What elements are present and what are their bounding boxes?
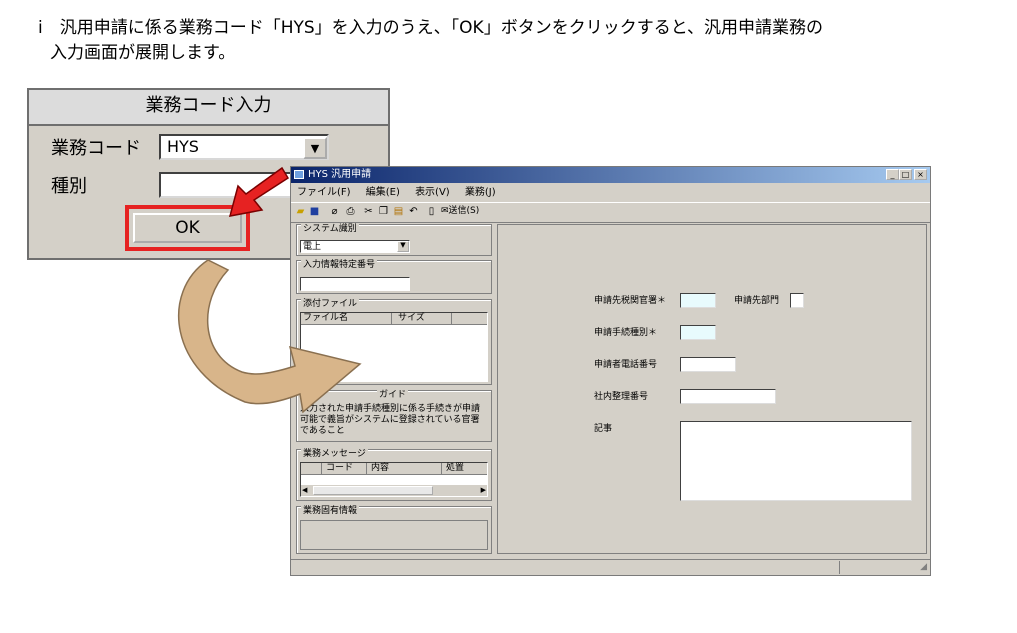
instruction-line-1: i 汎用申請に係る業務コード「HYS」を入力のうえ、「OK」ボタンをクリックする…	[38, 18, 824, 38]
procedure-type-label: 申請手続種別＊	[594, 328, 658, 338]
horizontal-scrollbar[interactable]: ◀ ▶	[301, 485, 487, 496]
procedure-type-field[interactable]	[680, 325, 716, 340]
system-type-dropdown-icon[interactable]: ▼	[397, 241, 409, 252]
save-icon[interactable]: ■	[309, 206, 320, 217]
window-title: HYS 汎用申請	[308, 169, 372, 180]
dest-dept-label: 申請先部門	[734, 296, 780, 306]
menu-file[interactable]: ファイル(F)	[297, 187, 351, 198]
scroll-left-icon[interactable]: ◀	[302, 485, 307, 496]
right-pane: 申請先税関官署＊ 申請先部門 申請手続種別＊ 申請者電話番号 社内整理番号 記事	[497, 224, 927, 554]
menu-edit[interactable]: 編集(E)	[366, 187, 400, 198]
system-type-label: システム識別	[301, 224, 359, 235]
dest-office-label: 申請先税関官署＊	[594, 296, 667, 306]
specific-info-group: 業務固有情報	[296, 506, 492, 554]
ref-no-field[interactable]	[680, 389, 776, 404]
col-size[interactable]: サイズ	[391, 313, 425, 324]
code-dropdown-button[interactable]: ▼	[303, 137, 327, 159]
notes-field[interactable]	[680, 421, 912, 501]
specific-info-area[interactable]	[300, 520, 488, 550]
envelope-icon: ✉	[441, 206, 449, 216]
ref-no-label: 社内整理番号	[594, 392, 649, 402]
scroll-thumb[interactable]	[313, 486, 433, 495]
notes-label: 記事	[594, 424, 613, 434]
type-label: 種別	[51, 176, 87, 197]
dialog-title: 業務コード入力	[29, 90, 388, 126]
menu-business[interactable]: 業務(J)	[465, 187, 496, 198]
paste-icon[interactable]: ▤	[393, 206, 404, 217]
minimize-icon[interactable]: _	[886, 169, 899, 180]
undo-icon[interactable]: ↶	[408, 206, 419, 217]
messages-group: 業務メッセージ コード 内容 処置 ◀ ▶	[296, 449, 492, 501]
col-code[interactable]: コード	[321, 463, 353, 474]
menu-bar: ファイル(F) 編集(E) 表示(V) 業務(J)	[291, 184, 930, 201]
curved-arrow-icon	[177, 259, 362, 414]
specific-info-label: 業務固有情報	[301, 506, 360, 517]
cut-icon[interactable]: ✂	[363, 206, 374, 217]
resize-grip-icon[interactable]: ◢	[920, 562, 927, 572]
messages-label: 業務メッセージ	[301, 449, 368, 460]
document-icon[interactable]: ▯	[426, 206, 437, 217]
instruction-line-2: 入力画面が展開します。	[50, 43, 236, 63]
col-content[interactable]: 内容	[366, 463, 389, 474]
col-action[interactable]: 処置	[441, 463, 464, 474]
copy-icon[interactable]: ❐	[378, 206, 389, 217]
attach-icon[interactable]: ⌀	[329, 206, 340, 217]
menu-view[interactable]: 表示(V)	[415, 187, 450, 198]
status-bar: ◢	[291, 559, 930, 576]
phone-label: 申請者電話番号	[594, 360, 658, 370]
scroll-right-icon[interactable]: ▶	[481, 485, 486, 496]
status-divider	[839, 561, 840, 574]
red-pointer-arrow-icon	[228, 166, 290, 217]
close-icon[interactable]: ×	[914, 169, 927, 180]
print-icon[interactable]: ⎙	[345, 206, 356, 217]
phone-field[interactable]	[680, 357, 736, 372]
messages-header: コード 内容 処置	[301, 463, 487, 475]
col-divider	[451, 313, 452, 324]
open-folder-icon[interactable]: ▰	[295, 206, 306, 217]
title-bar: HYS 汎用申請 _ □ ×	[291, 167, 930, 183]
dest-dept-field[interactable]	[790, 293, 804, 308]
maximize-icon[interactable]: □	[899, 169, 912, 180]
general-application-window: HYS 汎用申請 _ □ × ファイル(F) 編集(E) 表示(V) 業務(J)…	[290, 166, 931, 576]
send-button[interactable]: ✉送信(S)	[441, 206, 479, 217]
messages-list[interactable]: コード 内容 処置 ◀ ▶	[300, 462, 488, 497]
dest-office-field[interactable]	[680, 293, 716, 308]
guide-label: ガイド	[377, 390, 409, 401]
code-label: 業務コード	[51, 138, 141, 159]
instruction-text: i 汎用申請に係る業務コード「HYS」を入力のうえ、「OK」ボタンをクリックする…	[38, 16, 998, 66]
app-icon	[294, 170, 304, 179]
toolbar: ▰ ■ ⌀ ⎙ ✂ ❐ ▤ ↶ ▯ ✉送信(S)	[291, 202, 930, 223]
